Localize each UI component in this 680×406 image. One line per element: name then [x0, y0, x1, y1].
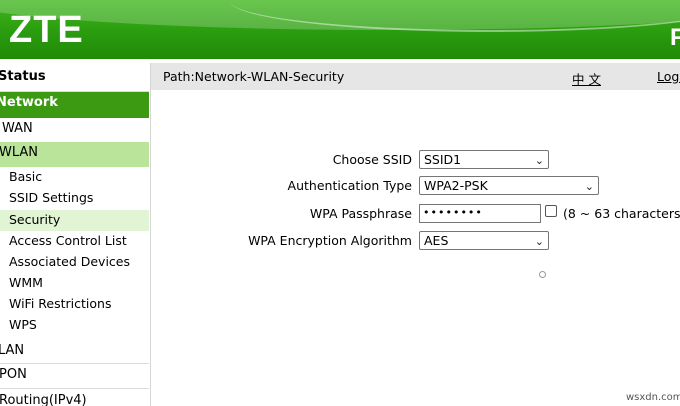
sidebar-item-label: PON	[0, 367, 27, 382]
sidebar-item-wps[interactable]: WPS	[0, 315, 149, 336]
encryption-value: AES	[424, 233, 449, 248]
encryption-label: WPA Encryption Algorithm	[248, 233, 412, 248]
breadcrumb-bar: Path:Network-WLAN-Security 中 文 Logout	[151, 63, 680, 90]
passphrase-input[interactable]: ••••••••	[419, 204, 541, 223]
sidebar-item-label: SSID Settings	[9, 190, 94, 205]
show-passphrase-checkbox[interactable]	[545, 205, 557, 217]
chevron-down-icon: ⌄	[534, 235, 544, 248]
sidebar-item-label: Associated Devices	[9, 254, 130, 269]
sidebar-item-label: WiFi Restrictions	[9, 296, 112, 311]
sidebar-item-wmm[interactable]: WMM	[0, 273, 149, 294]
sidebar-item-basic[interactable]: Basic	[0, 167, 149, 188]
ssid-select[interactable]: SSID1 ⌄	[419, 150, 549, 169]
sidebar-item-label: Access Control List	[9, 233, 127, 248]
chevron-down-icon: ⌄	[584, 180, 594, 193]
sidebar-item-label: Security	[9, 212, 61, 227]
sidebar-item-label: Network	[0, 95, 58, 110]
sidebar-item-wan[interactable]: WAN	[0, 118, 149, 144]
auth-type-value: WPA2-PSK	[424, 178, 488, 193]
sidebar-item-label: WLAN	[0, 145, 39, 160]
sidebar-item-network[interactable]: Network	[0, 92, 149, 118]
passphrase-hint: (8 ~ 63 characters)	[563, 206, 680, 221]
encryption-select[interactable]: AES ⌄	[419, 231, 549, 250]
sidebar-item-label: WMM	[9, 275, 43, 290]
ssid-label: Choose SSID	[332, 152, 412, 167]
sidebar-item-label: WAN	[2, 121, 33, 136]
sidebar-item-label: Basic	[9, 169, 43, 184]
header-title-fragment: F	[670, 24, 680, 51]
loading-indicator-icon	[539, 271, 546, 278]
sidebar-item-status[interactable]: Status	[0, 66, 149, 92]
sidebar-item-lan[interactable]: LAN	[0, 340, 149, 364]
header-banner: ZTE F	[0, 0, 680, 59]
sidebar-item-associated-devices[interactable]: Associated Devices	[0, 252, 149, 273]
sidebar-item-wifi-restrictions[interactable]: WiFi Restrictions	[0, 294, 149, 315]
chevron-down-icon: ⌄	[534, 154, 544, 167]
auth-type-select[interactable]: WPA2-PSK ⌄	[419, 176, 599, 195]
sidebar-item-access-control-list[interactable]: Access Control List	[0, 231, 149, 252]
zte-logo: ZTE	[9, 9, 84, 51]
watermark: wsxdn.com	[626, 392, 680, 403]
sidebar-item-wlan[interactable]: WLAN	[0, 142, 149, 167]
language-link[interactable]: 中 文	[572, 69, 601, 88]
breadcrumb: Path:Network-WLAN-Security	[163, 69, 345, 84]
auth-type-label: Authentication Type	[287, 178, 412, 193]
passphrase-label: WPA Passphrase	[309, 206, 412, 221]
sidebar-item-pon[interactable]: PON	[0, 364, 149, 389]
logout-link[interactable]: Logout	[657, 69, 680, 84]
sidebar-item-label: Status	[0, 69, 46, 84]
sidebar-item-ssid-settings[interactable]: SSID Settings	[0, 188, 149, 209]
sidebar-item-routing-ipv4[interactable]: Routing(IPv4)	[0, 389, 149, 406]
ssid-select-value: SSID1	[424, 152, 462, 167]
sidebar-item-label: WPS	[9, 317, 37, 332]
sidebar: Status Network WAN WLAN Basic SSID Setti…	[0, 63, 151, 406]
sidebar-item-security[interactable]: Security	[0, 210, 149, 231]
sidebar-item-label: LAN	[0, 343, 25, 358]
sidebar-item-label: Routing(IPv4)	[0, 393, 87, 406]
